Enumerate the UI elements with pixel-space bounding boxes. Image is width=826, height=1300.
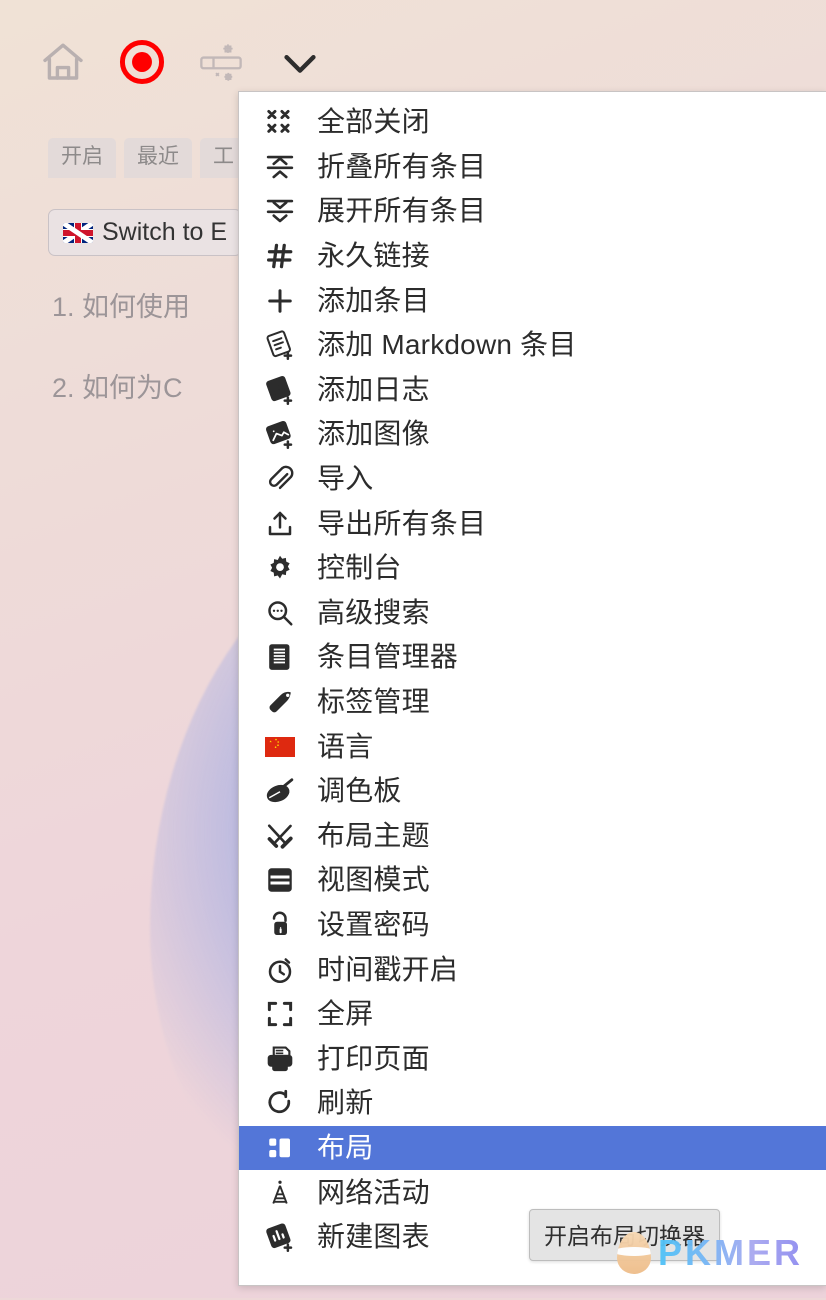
- menu-item-collapse-all[interactable]: 折叠所有条目: [239, 145, 826, 190]
- menu-item-label: 高级搜索: [317, 596, 430, 628]
- uk-flag-icon: [63, 222, 93, 243]
- timestamp-clock-icon: [265, 954, 303, 986]
- menu-item-label: 导入: [317, 463, 374, 495]
- menu-item-label: 添加图像: [317, 418, 430, 450]
- add-image-icon: [265, 418, 303, 450]
- menu-item-label: 添加日志: [317, 373, 430, 405]
- page-outline: 1. 如何使用 2. 如何为C: [52, 285, 252, 447]
- menu-item-add-entry[interactable]: 添加条目: [239, 278, 826, 323]
- menu-item-view-mode[interactable]: 视图模式: [239, 858, 826, 903]
- menu-item-add-markdown[interactable]: 添加 Markdown 条目: [239, 323, 826, 368]
- palette-icon: [265, 775, 303, 807]
- menu-item-entry-manager[interactable]: 条目管理器: [239, 635, 826, 680]
- menu-item-add-journal[interactable]: 31 添加日志: [239, 368, 826, 413]
- menu-item-label: 展开所有条目: [317, 195, 487, 227]
- add-journal-icon: 31: [265, 374, 303, 406]
- pkmer-watermark: PKMER: [617, 1232, 803, 1274]
- collapse-all-icon: [265, 151, 303, 183]
- menu-item-label: 网络活动: [317, 1176, 430, 1208]
- paperclip-import-icon: [265, 463, 303, 495]
- tab-recent[interactable]: 最近: [124, 138, 192, 179]
- layout-toggle-icon[interactable]: [196, 37, 246, 87]
- menu-item-label: 设置密码: [317, 908, 430, 940]
- menu-item-label: 布局: [317, 1131, 374, 1163]
- pkmer-logo-icon: [617, 1232, 651, 1274]
- fullscreen-icon: [265, 998, 303, 1030]
- menu-item-layout-theme[interactable]: 布局主题: [239, 814, 826, 859]
- toolbar: [38, 34, 325, 90]
- switch-to-english-button[interactable]: Switch to E: [48, 209, 243, 256]
- expand-all-icon: [265, 195, 303, 227]
- tag-manager-icon: [265, 686, 303, 718]
- menu-item-print[interactable]: 打印页面: [239, 1036, 826, 1081]
- menu-item-expand-all[interactable]: 展开所有条目: [239, 189, 826, 234]
- menu-item-label: 调色板: [317, 775, 402, 807]
- menu-item-label: 条目管理器: [317, 641, 459, 673]
- outline-entry-2[interactable]: 2. 如何为C: [52, 366, 252, 405]
- menu-item-label: 全部关闭: [317, 106, 430, 138]
- menu-item-label: 永久链接: [317, 240, 430, 272]
- switch-to-english-label: Switch to E: [102, 218, 228, 246]
- menu-item-label: 折叠所有条目: [317, 150, 487, 182]
- tab-bar: 开启 最近 工: [48, 138, 247, 179]
- network-activity-icon: [265, 1177, 303, 1209]
- menu-item-tag-manager[interactable]: 标签管理: [239, 680, 826, 725]
- menu-item-label: 打印页面: [317, 1042, 430, 1074]
- tools-theme-icon: [265, 820, 303, 852]
- menu-item-label: 标签管理: [317, 686, 430, 718]
- chevron-down-icon[interactable]: [275, 37, 325, 87]
- menu-item-fullscreen[interactable]: 全屏: [239, 992, 826, 1037]
- menu-item-label: 视图模式: [317, 864, 430, 896]
- menu-item-label: 全屏: [317, 998, 374, 1030]
- menu-item-label: 导出所有条目: [317, 507, 487, 539]
- menu-item-set-password[interactable]: 设置密码: [239, 903, 826, 948]
- menu-item-layout[interactable]: 布局: [239, 1125, 826, 1171]
- advanced-search-icon: [265, 597, 303, 629]
- menu-item-close-all[interactable]: 全部关闭: [239, 100, 826, 145]
- menu-item-label: 语言: [317, 730, 374, 762]
- refresh-icon: [265, 1087, 303, 1119]
- menu-item-console[interactable]: 控制台: [239, 546, 826, 591]
- menu-item-label: 添加 Markdown 条目: [317, 329, 577, 361]
- menu-item-export-all[interactable]: 导出所有条目: [239, 501, 826, 546]
- outline-entry-1[interactable]: 1. 如何使用: [52, 285, 252, 324]
- pkmer-wordmark: PKMER: [658, 1232, 804, 1273]
- menu-item-add-image[interactable]: 添加图像: [239, 412, 826, 457]
- menu-item-label: 时间戳开启: [317, 953, 459, 985]
- add-markdown-icon: [265, 329, 303, 361]
- dropdown-menu: 全部关闭 折叠所有条目 展开所有条目 永久链接 添加条目 添加 Markdown…: [238, 91, 826, 1286]
- permalink-hash-icon: [265, 240, 303, 272]
- menu-item-advanced-search[interactable]: 高级搜索: [239, 591, 826, 636]
- menu-item-label: 控制台: [317, 552, 402, 584]
- export-upload-icon: [265, 508, 303, 540]
- entry-manager-icon: [265, 641, 303, 673]
- menu-item-palette[interactable]: 调色板: [239, 769, 826, 814]
- menu-item-language[interactable]: 语言: [239, 724, 826, 769]
- home-icon[interactable]: [38, 37, 88, 87]
- menu-item-timestamp[interactable]: 时间戳开启: [239, 947, 826, 992]
- record-icon[interactable]: [117, 37, 167, 87]
- tab-open[interactable]: 开启: [48, 138, 116, 179]
- layout-icon: [265, 1132, 303, 1164]
- menu-item-label: 新建图表: [317, 1221, 430, 1253]
- new-chart-icon: [265, 1221, 303, 1253]
- gear-icon: [265, 552, 303, 584]
- menu-item-import[interactable]: 导入: [239, 457, 826, 502]
- plus-icon: [265, 285, 303, 317]
- menu-item-label: 布局主题: [317, 819, 430, 851]
- china-flag-icon: [265, 731, 303, 763]
- close-all-icon: [265, 106, 303, 138]
- menu-item-permalink[interactable]: 永久链接: [239, 234, 826, 279]
- menu-item-label: 添加条目: [317, 284, 430, 316]
- menu-item-refresh[interactable]: 刷新: [239, 1081, 826, 1126]
- print-icon: [265, 1043, 303, 1075]
- menu-item-label: 刷新: [317, 1087, 374, 1119]
- password-lock-icon: [265, 909, 303, 941]
- view-mode-icon: [265, 864, 303, 896]
